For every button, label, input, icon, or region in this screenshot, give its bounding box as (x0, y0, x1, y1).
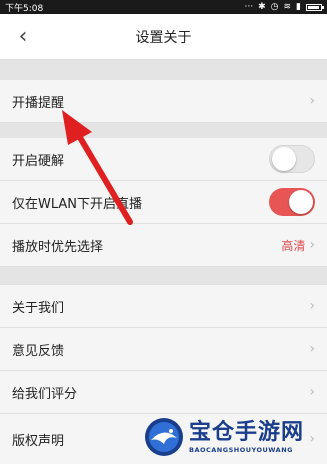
setting-feedback[interactable]: 意见反馈 › (0, 328, 327, 371)
setting-label: 给我们评分 (12, 386, 78, 402)
wifi-icon: ≋ (283, 2, 292, 12)
setting-label: 意见反馈 (12, 343, 65, 359)
setting-label: 播放时优先选择 (12, 239, 104, 255)
status-bar: 下午5:08 ··· ✱ ◷ ≋ ▮ (0, 0, 327, 14)
toggle-knob (272, 147, 296, 171)
setting-hardware-decode: 开启硬解 (0, 138, 327, 181)
toggle-knob (289, 190, 313, 214)
chevron-right-icon: › (309, 384, 315, 400)
setting-rate-us[interactable]: 给我们评分 › (0, 371, 327, 414)
section-gap (0, 123, 327, 138)
hardware-decode-toggle[interactable] (269, 145, 315, 173)
watermark-en: BAOCANGSHOUYOUWANG (189, 446, 293, 454)
back-button[interactable]: ‹ (11, 14, 35, 59)
chevron-right-icon: › (309, 237, 315, 253)
section-gap (0, 60, 327, 80)
setting-live-reminder[interactable]: 开播提醒 › (0, 80, 327, 123)
watermark-cn: 宝仓手游网 (189, 420, 305, 445)
watermark: 宝仓手游网 BAOCANGSHOUYOUWANG (143, 412, 323, 462)
alarm-icon: ◷ (270, 2, 279, 12)
setting-label: 关于我们 (12, 300, 65, 316)
setting-about-us[interactable]: 关于我们 › (0, 285, 327, 328)
status-icons: ··· ✱ ◷ ≋ ▮ (244, 2, 324, 12)
watermark-logo-icon (145, 418, 183, 456)
page-title: 设置关于 (135, 29, 192, 46)
signal-icon: ▮ (296, 2, 301, 12)
section-gap (0, 267, 327, 285)
setting-wlan-only: 仅在WLAN下开启直播 (0, 181, 327, 224)
chevron-left-icon: ‹ (18, 24, 28, 49)
title-bar: ‹ 设置关于 (0, 14, 327, 60)
quality-value: 高清 (281, 238, 306, 253)
battery-icon (306, 3, 324, 11)
setting-playback-quality[interactable]: 播放时优先选择 高清 › (0, 224, 327, 267)
chevron-right-icon: › (309, 93, 315, 109)
setting-label: 开播提醒 (12, 95, 65, 111)
wlan-only-toggle[interactable] (269, 188, 315, 216)
bluetooth-icon: ✱ (258, 2, 266, 12)
watermark-text: 宝仓手游网 BAOCANGSHOUYOUWANG (189, 420, 304, 454)
chevron-right-icon: › (309, 298, 315, 314)
dots-icon: ··· (244, 2, 254, 12)
status-time: 下午5:08 (5, 3, 44, 14)
chevron-right-icon: › (309, 341, 315, 357)
setting-label: 开启硬解 (12, 153, 65, 169)
setting-label: 仅在WLAN下开启直播 (12, 196, 143, 212)
